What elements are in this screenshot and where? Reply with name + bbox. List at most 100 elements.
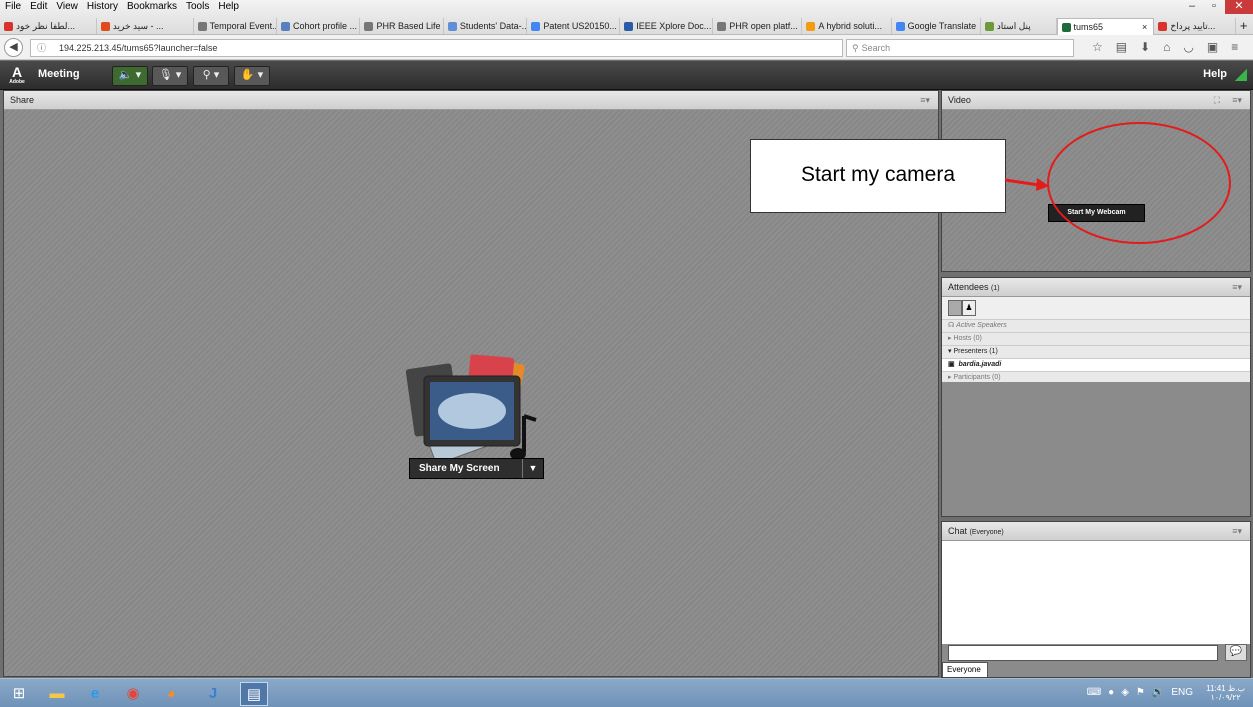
taskbar-clock[interactable]: 11:41 ب.ظ ۱۰/۰۹/۲۲ bbox=[1206, 684, 1245, 702]
close-window-button[interactable]: ✕ bbox=[1225, 0, 1253, 14]
browser-tab[interactable]: tums65 × bbox=[1056, 18, 1155, 35]
webcam-toolbar-button[interactable]: ⚲ ▾ bbox=[193, 66, 229, 86]
attendees-view-bar: ♟ bbox=[942, 297, 1250, 320]
favicon-icon bbox=[281, 21, 290, 31]
browser-tab[interactable]: Patent US20150... bbox=[527, 18, 621, 34]
adobe-connect-taskbar-icon[interactable]: ▤ bbox=[240, 682, 268, 706]
favicon-icon bbox=[447, 21, 457, 31]
browser-tab[interactable]: Temporal Event... bbox=[194, 18, 277, 34]
jabref-icon[interactable]: J bbox=[200, 682, 226, 704]
browser-tab[interactable]: تایید پرداخ... bbox=[1154, 18, 1236, 34]
tab-label: پنل استاد bbox=[996, 21, 1031, 31]
reading-list-icon[interactable]: ▤ bbox=[1116, 40, 1127, 54]
connect-toolbar: A Adobe Meeting 🔈 ▾ 🎙 ▾ ⚲ ▾ ✋ ▾ Help bbox=[0, 61, 1253, 90]
network-icon[interactable]: ◈ bbox=[1121, 687, 1129, 698]
video-pod-title: Video bbox=[948, 95, 971, 105]
url-text: 194.225.213.45/tums65?launcher=false bbox=[59, 43, 218, 53]
new-tab-button[interactable]: + bbox=[1236, 18, 1253, 34]
chevron-down-icon[interactable]: ▼ bbox=[522, 459, 543, 478]
person-view-icon[interactable]: ♟ bbox=[962, 300, 976, 316]
minimize-button[interactable]: – bbox=[1181, 0, 1203, 14]
person-icon: ⚲ bbox=[202, 69, 211, 81]
menu-item-tools[interactable]: Tools bbox=[186, 0, 209, 14]
pod-options-icon[interactable]: ≡▾ bbox=[1232, 91, 1242, 109]
search-icon: ⚲ bbox=[852, 43, 859, 53]
tray-app-icon[interactable]: ● bbox=[1108, 687, 1114, 698]
help-menu[interactable]: Help bbox=[1203, 68, 1227, 80]
chat-input[interactable] bbox=[948, 645, 1218, 661]
browser-tab[interactable]: Students' Data-... bbox=[444, 18, 528, 34]
clock-date: ۱۰/۰۹/۲۲ bbox=[1210, 693, 1241, 702]
presenters-row[interactable]: ▾ Presenters (1) bbox=[942, 346, 1250, 359]
hamburger-menu-icon[interactable]: ≡ bbox=[1231, 40, 1238, 54]
tab-label: PHR open platf... bbox=[729, 21, 798, 31]
menu-item-view[interactable]: View bbox=[56, 0, 78, 14]
tab-label: Temporal Event... bbox=[209, 21, 277, 31]
fullscreen-icon[interactable]: ⛶ bbox=[1214, 91, 1220, 109]
tab-label: PHR Based Life ... bbox=[376, 21, 444, 31]
annotation-arrow bbox=[1004, 178, 1049, 191]
clock-time: 11:41 ب.ظ bbox=[1206, 684, 1245, 693]
menu-item-file[interactable]: File bbox=[5, 0, 21, 14]
menu-item-history[interactable]: History bbox=[87, 0, 118, 14]
browser-tab[interactable]: پنل استاد bbox=[981, 18, 1057, 34]
pod-options-icon[interactable]: ≡▾ bbox=[1232, 278, 1242, 296]
annotation-circle bbox=[1047, 122, 1231, 244]
presenter-icon: ▣ bbox=[948, 361, 955, 368]
speaker-button[interactable]: 🔈 ▾ bbox=[112, 66, 148, 86]
search-placeholder: Search bbox=[861, 43, 891, 53]
attendee-count: (1) bbox=[991, 285, 1000, 292]
menu-item-help[interactable]: Help bbox=[218, 0, 239, 14]
downloads-icon[interactable]: ⬇ bbox=[1140, 40, 1150, 54]
tab-everyone[interactable]: Everyone bbox=[942, 662, 988, 677]
browser-tab[interactable]: لطفا نظر خود... bbox=[0, 18, 97, 34]
identity-icon[interactable]: ⓘ bbox=[37, 40, 46, 56]
raise-hand-button[interactable]: ✋ ▾ bbox=[234, 66, 270, 86]
bookmark-star-icon[interactable]: ☆ bbox=[1092, 40, 1103, 54]
screenshot-icon[interactable]: ▣ bbox=[1207, 40, 1218, 54]
start-button[interactable]: ⊞ bbox=[6, 682, 32, 704]
chrome-icon[interactable]: ◉ bbox=[120, 682, 146, 704]
send-message-button[interactable]: 💬 bbox=[1225, 644, 1247, 661]
firefox-icon[interactable]: ◕ bbox=[158, 682, 184, 704]
volume-icon[interactable]: 🔉 bbox=[1152, 687, 1164, 698]
favicon-icon bbox=[624, 21, 634, 31]
internet-explorer-icon[interactable]: e bbox=[82, 682, 108, 704]
share-my-screen-button[interactable]: Share My Screen ▼ bbox=[409, 458, 544, 479]
attendees-pod-title: Attendees bbox=[948, 282, 989, 292]
browser-tab[interactable]: PHR open platf... bbox=[713, 18, 803, 34]
pocket-icon[interactable]: ◡ bbox=[1183, 40, 1193, 54]
file-explorer-icon[interactable]: ▬ bbox=[44, 682, 70, 704]
url-bar[interactable]: ⓘ 194.225.213.45/tums65?launcher=false ↻ bbox=[30, 39, 863, 57]
microphone-button[interactable]: 🎙 ▾ bbox=[152, 66, 188, 86]
browser-tab[interactable]: A hybrid soluti... bbox=[802, 18, 892, 34]
search-input[interactable]: ⚲ Search bbox=[846, 39, 1074, 57]
browser-titlebar: File Edit View History Bookmarks Tools Help لط… bbox=[0, 0, 1253, 35]
browser-tab[interactable]: Google Translate bbox=[892, 18, 981, 34]
attendee-row[interactable]: ▣ bardia.javadi bbox=[942, 359, 1250, 372]
browser-tab[interactable]: سید خرید - ... bbox=[97, 18, 194, 34]
language-indicator[interactable]: ENG bbox=[1171, 687, 1193, 698]
browser-tab[interactable]: Cohort profile ... bbox=[277, 18, 361, 34]
close-tab-icon[interactable]: × bbox=[1142, 19, 1147, 35]
logo-letter: A bbox=[11, 64, 23, 80]
browser-tab[interactable]: PHR Based Life ... bbox=[360, 18, 444, 34]
keyboard-icon[interactable]: ⌨ bbox=[1087, 687, 1101, 698]
attendee-name: bardia.javadi bbox=[958, 361, 1002, 368]
menu-item-edit[interactable]: Edit bbox=[30, 0, 47, 14]
chevron-down-icon: ▾ bbox=[948, 348, 952, 355]
list-view-icon[interactable] bbox=[948, 300, 962, 316]
back-button[interactable]: ◀ bbox=[4, 38, 23, 57]
favicon-icon bbox=[4, 21, 13, 31]
chat-pod-title: Chat bbox=[948, 526, 968, 536]
menu-item-bookmarks[interactable]: Bookmarks bbox=[127, 0, 177, 14]
hosts-row[interactable]: ▸ Hosts (0) bbox=[942, 333, 1250, 346]
meeting-menu[interactable]: Meeting bbox=[38, 68, 80, 80]
maximize-button[interactable]: ▫ bbox=[1203, 0, 1225, 14]
pod-options-icon[interactable]: ≡▾ bbox=[920, 91, 930, 109]
home-icon[interactable]: ⌂ bbox=[1163, 40, 1170, 54]
flag-icon[interactable]: ⚑ bbox=[1136, 687, 1145, 698]
browser-tab[interactable]: IEEE Xplore Doc... bbox=[620, 18, 714, 34]
pod-options-icon[interactable]: ≡▾ bbox=[1232, 522, 1242, 540]
navigation-bar: ◀ ⓘ 194.225.213.45/tums65?launcher=false… bbox=[0, 35, 1253, 60]
